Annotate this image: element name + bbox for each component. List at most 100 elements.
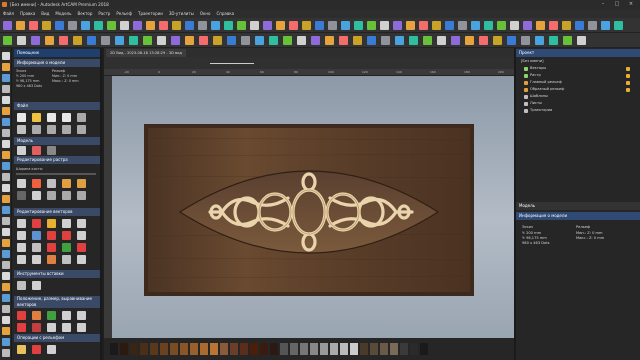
side-tool-icon[interactable]: [2, 316, 10, 324]
toolbar-tool-icon[interactable]: [367, 21, 376, 30]
color-swatch[interactable]: [220, 343, 228, 355]
panel-tool-icon[interactable]: [32, 125, 41, 134]
raster-section-header[interactable]: Редактирование растра: [14, 156, 100, 164]
toolbar-tool-icon[interactable]: [263, 21, 272, 30]
add-layer-icon[interactable]: [626, 87, 630, 92]
panel-tool-icon[interactable]: [47, 125, 56, 134]
panel-tool-icon[interactable]: [77, 125, 86, 134]
color-swatch[interactable]: [150, 343, 158, 355]
minimize-icon[interactable]: –: [596, 0, 610, 9]
toolbar-tool-icon[interactable]: [445, 21, 454, 30]
color-swatch[interactable]: [280, 343, 288, 355]
side-tool-icon[interactable]: [2, 327, 10, 335]
side-tool-icon[interactable]: [2, 250, 10, 258]
tab-2d-view[interactable]: 2D Вид - 2023-08-18 13:28:29 - 3D вид: [106, 49, 186, 57]
toolbar-action-icon[interactable]: [17, 36, 26, 45]
color-swatch[interactable]: [380, 343, 388, 355]
color-swatch[interactable]: [420, 343, 428, 355]
panel-tool-icon[interactable]: [17, 125, 26, 134]
toolbar-tool-icon[interactable]: [172, 21, 181, 30]
tree-item-templates[interactable]: Шаблоны: [530, 94, 548, 98]
panel-tool-icon[interactable]: [32, 113, 41, 122]
toolbar-tool-icon[interactable]: [341, 21, 350, 30]
toolbar-action-icon[interactable]: [451, 36, 460, 45]
add-layer-icon[interactable]: [626, 80, 630, 85]
color-swatch[interactable]: [310, 343, 318, 355]
panel-tool-icon[interactable]: [62, 323, 71, 332]
toolbar-tool-icon[interactable]: [133, 21, 142, 30]
side-tool-icon[interactable]: [2, 173, 10, 181]
panel-tool-icon[interactable]: [47, 345, 56, 354]
color-swatch[interactable]: [330, 343, 338, 355]
toolbar-tool-icon[interactable]: [185, 21, 194, 30]
toolbar-action-icon[interactable]: [465, 36, 474, 45]
panel-tool-icon[interactable]: [17, 146, 26, 155]
panel-tool-icon[interactable]: [32, 345, 41, 354]
panel-tool-icon[interactable]: [32, 243, 41, 252]
panel-tool-icon[interactable]: [47, 219, 56, 228]
toolbar-action-icon[interactable]: [129, 36, 138, 45]
toolbar-tool-icon[interactable]: [601, 21, 610, 30]
zoom-slider[interactable]: [210, 63, 254, 64]
toolbar-action-icon[interactable]: [479, 36, 488, 45]
menu-edit[interactable]: Правка: [20, 11, 35, 16]
model-info-header[interactable]: Информация о модели: [14, 59, 100, 67]
panel-tool-icon[interactable]: [77, 243, 86, 252]
menu-file[interactable]: Файл: [3, 11, 14, 16]
side-tool-icon[interactable]: [2, 261, 10, 269]
toolbar-action-icon[interactable]: [521, 36, 530, 45]
menu-help[interactable]: Справка: [216, 11, 234, 16]
toolbar-tool-icon[interactable]: [484, 21, 493, 30]
toolbar-tool-icon[interactable]: [42, 21, 51, 30]
panel-tool-icon[interactable]: [62, 179, 71, 188]
toolbar-tool-icon[interactable]: [81, 21, 90, 30]
toolbar-action-icon[interactable]: [143, 36, 152, 45]
toolbar-tool-icon[interactable]: [29, 21, 38, 30]
toolbar-tool-icon[interactable]: [393, 21, 402, 30]
tree-item-vectors[interactable]: Векторы: [530, 66, 546, 70]
toolbar-tool-icon[interactable]: [211, 21, 220, 30]
color-swatch[interactable]: [170, 343, 178, 355]
side-tool-icon[interactable]: [2, 272, 10, 280]
toolbar-action-icon[interactable]: [549, 36, 558, 45]
toolbar-action-icon[interactable]: [577, 36, 586, 45]
color-swatch[interactable]: [200, 343, 208, 355]
panel-tool-icon[interactable]: [47, 113, 56, 122]
toolbar-tool-icon[interactable]: [458, 21, 467, 30]
toolbar-action-icon[interactable]: [227, 36, 236, 45]
toolbar-action-icon[interactable]: [255, 36, 264, 45]
toolbar-tool-icon[interactable]: [614, 21, 623, 30]
toolbar-tool-icon[interactable]: [471, 21, 480, 30]
toolbar-tool-icon[interactable]: [289, 21, 298, 30]
toolbar-tool-icon[interactable]: [432, 21, 441, 30]
toolbar-action-icon[interactable]: [3, 36, 12, 45]
menu-vector[interactable]: Вектор: [77, 11, 92, 16]
panel-tool-icon[interactable]: [47, 323, 56, 332]
panel-tool-icon[interactable]: [47, 311, 56, 320]
panel-tool-icon[interactable]: [62, 255, 71, 264]
panel-tool-icon[interactable]: [17, 255, 26, 264]
toolbar-action-icon[interactable]: [45, 36, 54, 45]
panel-tool-icon[interactable]: [32, 281, 41, 290]
file-section-header[interactable]: Файл: [14, 102, 100, 110]
panel-tool-icon[interactable]: [32, 255, 41, 264]
toolbar-tool-icon[interactable]: [224, 21, 233, 30]
toolbar-tool-icon[interactable]: [3, 21, 12, 30]
side-tool-icon[interactable]: [2, 305, 10, 313]
toolbar-tool-icon[interactable]: [94, 21, 103, 30]
panel-tool-icon[interactable]: [32, 191, 41, 200]
toolbar-action-icon[interactable]: [87, 36, 96, 45]
side-tool-icon[interactable]: [2, 195, 10, 203]
toolbar-tool-icon[interactable]: [419, 21, 428, 30]
side-tool-icon[interactable]: [2, 162, 10, 170]
toolbar-action-icon[interactable]: [367, 36, 376, 45]
menu-3d-utilities[interactable]: 3D-утилиты: [169, 11, 194, 16]
color-swatch[interactable]: [320, 343, 328, 355]
panel-tool-icon[interactable]: [47, 243, 56, 252]
add-layer-icon[interactable]: [626, 73, 630, 78]
toolbar-action-icon[interactable]: [381, 36, 390, 45]
side-tool-icon[interactable]: [2, 349, 10, 357]
toolbar-tool-icon[interactable]: [55, 21, 64, 30]
side-tool-icon[interactable]: [2, 129, 10, 137]
toolbar-tool-icon[interactable]: [146, 21, 155, 30]
